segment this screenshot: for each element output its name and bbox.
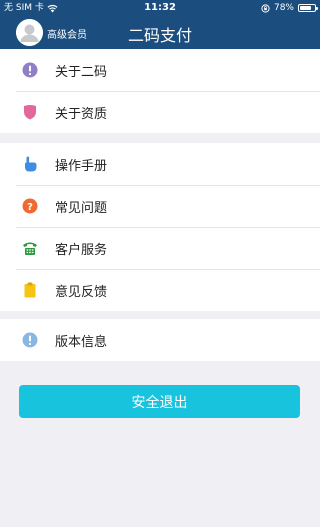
rotation-lock-icon — [261, 3, 270, 13]
header: 无 SIM 卡 11:32 78% 高级会员 二码支付 — [0, 0, 320, 49]
system-status: 78% — [261, 0, 318, 16]
svg-text:?: ? — [27, 202, 33, 213]
hand-pointer-icon — [25, 156, 37, 172]
menu-item-label: 关于二码 — [55, 65, 108, 80]
info-circle-icon — [22, 332, 38, 348]
question-circle-icon: ? — [22, 198, 38, 214]
clipboard-icon — [24, 282, 36, 298]
page-title: 二码支付 — [127, 26, 192, 45]
menu-item-version-info[interactable]: 版本信息 — [0, 319, 320, 361]
menu-item-label: 操作手册 — [55, 159, 108, 174]
menu-item-label: 常见问题 — [55, 201, 108, 216]
menu-group-version: 版本信息 — [0, 319, 320, 361]
status-bar: 无 SIM 卡 11:32 78% — [0, 0, 320, 16]
battery-icon — [298, 4, 318, 12]
phone-icon — [23, 242, 37, 255]
menu-group-help: 操作手册 ? 常见问题 客户服务 意见反馈 — [0, 143, 320, 311]
battery-percent: 78% — [273, 3, 294, 13]
menu-item-customer-service[interactable]: 客户服务 — [0, 227, 320, 269]
logout-button[interactable]: 安全退出 — [19, 385, 300, 418]
menu-item-about-qualification[interactable]: 关于资质 — [0, 91, 320, 133]
menu-item-label: 客户服务 — [55, 243, 108, 258]
info-circle-icon — [22, 62, 38, 78]
menu-item-label: 关于资质 — [55, 107, 108, 122]
menu-item-feedback[interactable]: 意见反馈 — [0, 269, 320, 311]
menu-item-faq[interactable]: ? 常见问题 — [0, 185, 320, 227]
menu-group-about: 关于二码 关于资质 — [0, 49, 320, 133]
screen: 无 SIM 卡 11:32 78% 高级会员 二码支付 关于二码 关于资质 操作… — [0, 0, 320, 527]
shield-badge-icon — [24, 105, 36, 120]
nav-bar: 高级会员 二码支付 — [0, 16, 320, 49]
menu-item-label: 意见反馈 — [55, 285, 108, 300]
menu-item-label: 版本信息 — [55, 335, 108, 350]
menu-item-manual[interactable]: 操作手册 — [0, 143, 320, 185]
menu-item-about-ermao[interactable]: 关于二码 — [0, 49, 320, 91]
battery-fill — [300, 6, 311, 10]
